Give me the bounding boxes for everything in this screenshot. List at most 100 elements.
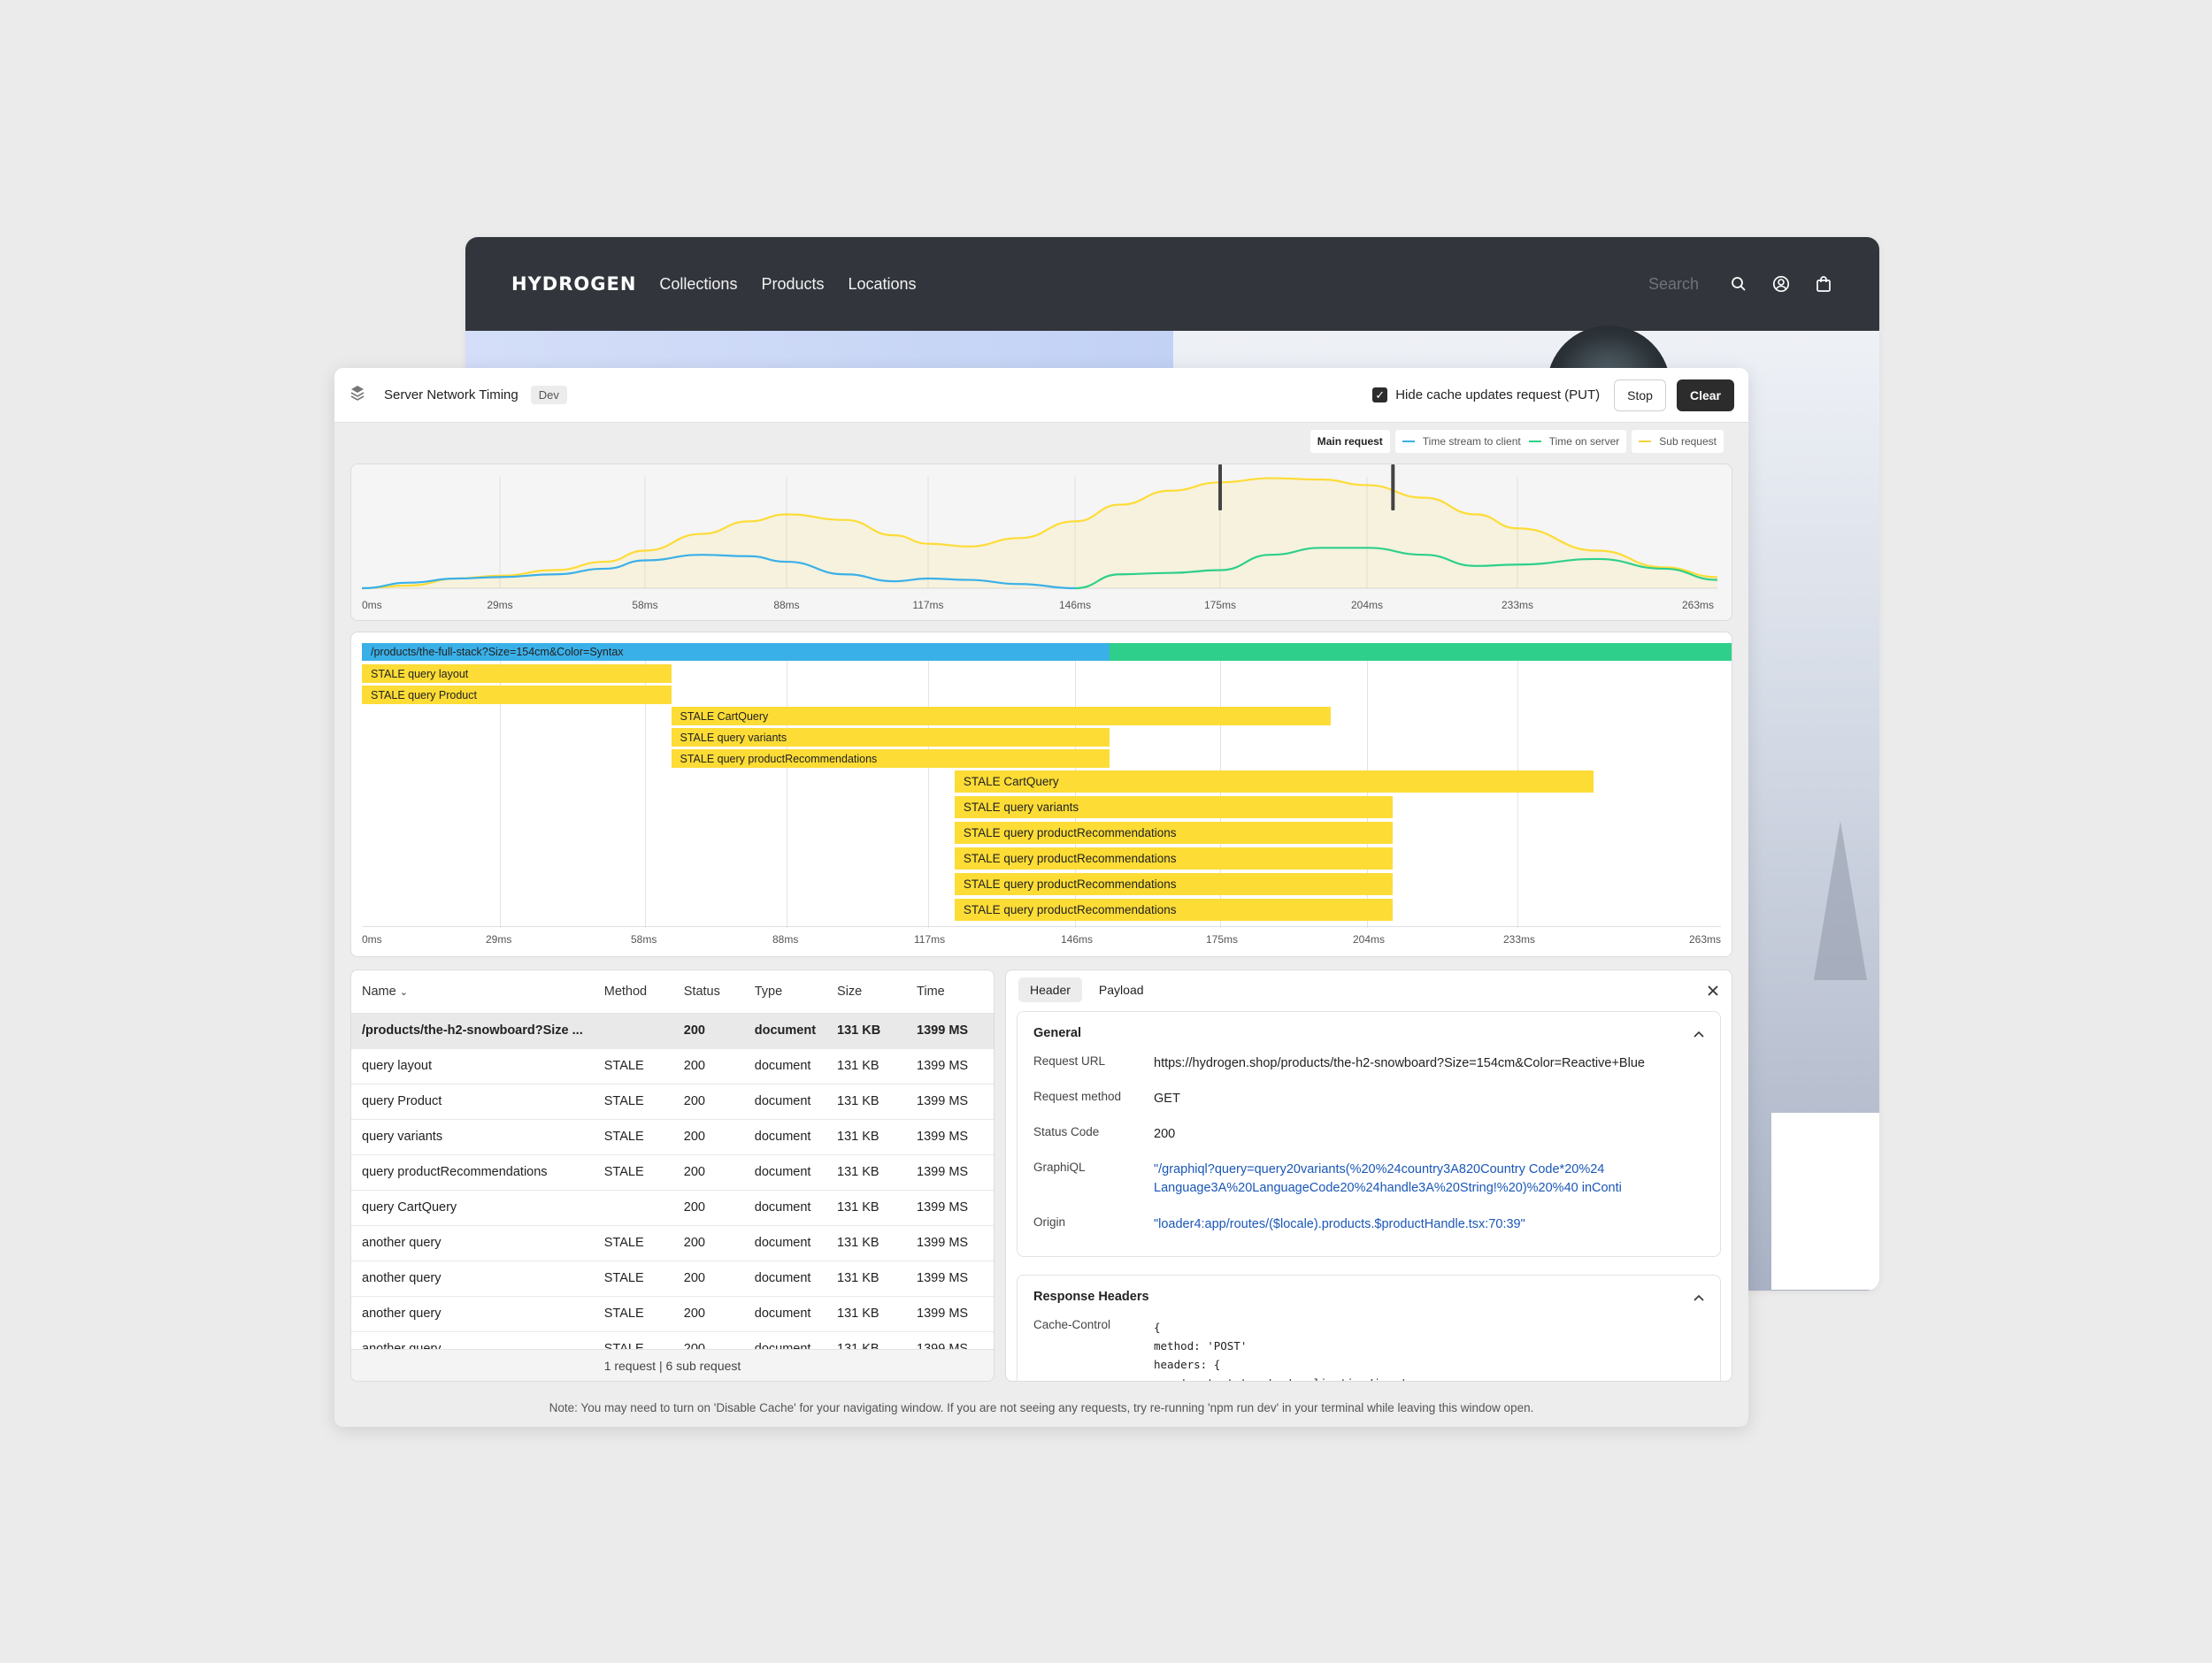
cell-type: document: [743, 1119, 827, 1155]
table-row[interactable]: query Product STALE 200 document 131 KB 1399 …: [351, 1084, 994, 1120]
sub-request-bar[interactable]: STALE query productRecommendations: [954, 847, 1393, 870]
cell-method: STALE: [593, 1296, 673, 1332]
sub-request-bar[interactable]: STALE query productRecommendations: [954, 822, 1393, 844]
sub-request-bar[interactable]: STALE query Product: [362, 686, 672, 704]
sub-request-bar[interactable]: STALE query layout: [362, 664, 672, 683]
graphiql-link[interactable]: "/graphiql?query=query20variants(%20%24c…: [1154, 1161, 1649, 1215]
tab-payload[interactable]: Payload: [1087, 977, 1156, 1002]
waterfall-chart[interactable]: /products/the-full-stack?Size=154cm&Colo…: [350, 632, 1732, 957]
nav-collections[interactable]: Collections: [659, 275, 737, 294]
range-handle-start: [1218, 464, 1222, 510]
tab-header[interactable]: Header: [1018, 977, 1082, 1002]
col-size[interactable]: Size: [826, 970, 907, 1014]
request-url-row: Request URL https://hydrogen.shop/produc…: [1018, 1054, 1720, 1090]
response-headers-section: Response Headers Cache-Control { method:…: [1017, 1275, 1721, 1381]
table-row[interactable]: query CartQuery 200 document 131 KB 1399 MS: [351, 1190, 994, 1226]
chevron-up-icon[interactable]: [1694, 1290, 1704, 1304]
waterfall-baseline: [362, 926, 1721, 927]
chart-tick-label: 58ms: [632, 599, 657, 611]
waterfall-tick-label: 88ms: [772, 933, 799, 946]
table-row[interactable]: /products/the-h2-snowboard?Size ... 200 do…: [351, 1013, 994, 1049]
cell-method: STALE: [593, 1048, 673, 1084]
cell-size: 131 KB: [826, 1119, 907, 1155]
cell-size: 131 KB: [826, 1154, 907, 1191]
legend-stream-label: Time stream to client: [1422, 435, 1521, 448]
checkbox-checked-icon[interactable]: ✓: [1372, 387, 1388, 402]
col-type[interactable]: Type: [743, 970, 827, 1014]
col-time[interactable]: Time: [906, 970, 994, 1014]
chevron-down-icon[interactable]: ⌄: [400, 987, 408, 998]
col-name[interactable]: Name ⌄: [351, 970, 594, 1014]
nav-locations[interactable]: Locations: [849, 275, 917, 294]
cell-time: 1399 MS: [906, 1296, 994, 1332]
chart-tick-label: 233ms: [1502, 599, 1533, 611]
chart-tick-label: 204ms: [1351, 599, 1383, 611]
sub-request-bar[interactable]: STALE query variants: [954, 796, 1393, 818]
general-title: General: [1033, 1026, 1081, 1040]
col-status[interactable]: Status: [672, 970, 744, 1014]
hydrogen-logo-icon: [349, 384, 366, 406]
response-headers-header[interactable]: Response Headers: [1018, 1276, 1720, 1318]
legend-main-label: Main request: [1317, 435, 1383, 448]
main-request-bar[interactable]: /products/the-full-stack?Size=154cm&Colo…: [362, 643, 1110, 661]
request-detail-pane: Header Payload General Request URL https…: [1005, 969, 1732, 1382]
cell-status: 200: [672, 1225, 744, 1261]
cell-size: 131 KB: [826, 1261, 907, 1297]
cell-time: 1399 MS: [906, 1119, 994, 1155]
close-icon[interactable]: [1707, 985, 1719, 1001]
table-row[interactable]: query productRecommendations STALE 200 docu…: [351, 1154, 994, 1191]
table-row[interactable]: another querySTALE200document131 KB1399 …: [351, 1225, 994, 1261]
store-logo[interactable]: HYDROGEN: [511, 273, 636, 295]
cell-size: 131 KB: [826, 1013, 907, 1049]
general-section-header[interactable]: General: [1018, 1012, 1720, 1054]
nav-products[interactable]: Products: [761, 275, 824, 294]
legend-stream-swatch: [1402, 441, 1415, 442]
requests-table: Name ⌄ Method Status Type Size Time /pro…: [351, 970, 994, 1368]
search-icon[interactable]: [1729, 274, 1748, 294]
table-footer: 1 request | 6 sub request: [351, 1349, 994, 1381]
legend-sub-label: Sub request: [1659, 435, 1717, 448]
col-method[interactable]: Method: [593, 970, 673, 1014]
cell-type: document: [743, 1084, 827, 1120]
detail-tabs: Header Payload: [1018, 977, 1156, 1002]
sub-request-bar[interactable]: STALE query productRecommendations: [954, 899, 1393, 921]
cache-control-label: Cache-Control: [1033, 1318, 1111, 1331]
clear-button[interactable]: Clear: [1676, 379, 1734, 411]
table-row[interactable]: query layout STALE 200 document 131 KB 1399 M…: [351, 1048, 994, 1084]
table-row[interactable]: another querySTALE200document131 KB1399 …: [351, 1296, 994, 1332]
cell-time: 1399 MS: [906, 1013, 994, 1049]
cart-icon[interactable]: [1814, 274, 1833, 294]
main-request-server-bar[interactable]: [1109, 643, 1732, 661]
cell-method: STALE: [593, 1261, 673, 1297]
hide-cache-toggle[interactable]: ✓ Hide cache updates request (PUT): [1372, 387, 1603, 402]
cell-name: another query: [351, 1296, 594, 1332]
origin-link[interactable]: "loader4:app/routes/($locale).products.$…: [1154, 1215, 1704, 1242]
request-method-label: Request method: [1033, 1090, 1122, 1103]
waterfall-tick-label: 175ms: [1206, 933, 1239, 946]
cell-method: STALE: [593, 1225, 673, 1261]
cell-method: STALE: [593, 1119, 673, 1155]
sub-request-bar[interactable]: STALE query variants: [671, 728, 1110, 747]
sub-request-bar[interactable]: STALE query productRecommendations: [954, 873, 1393, 895]
timing-chart[interactable]: 0ms 29ms 58ms 88ms 117ms 146ms 175ms 204ms 233ms…: [350, 464, 1732, 621]
legend-server-label: Time on server: [1548, 435, 1620, 448]
chart-tick-label: 29ms: [487, 599, 512, 611]
sub-request-bar[interactable]: STALE CartQuery: [671, 707, 1332, 725]
response-headers-title: Response Headers: [1033, 1290, 1149, 1304]
account-icon[interactable]: [1771, 274, 1791, 294]
cell-status: 200: [672, 1190, 744, 1226]
general-section: General Request URL https://hydrogen.sho…: [1017, 1011, 1721, 1257]
footer-note: Note: You may need to turn on 'Disable C…: [549, 1401, 1534, 1414]
sub-request-bar[interactable]: STALE CartQuery: [954, 770, 1594, 793]
cell-name: /products/the-h2-snowboard?Size ...: [351, 1013, 594, 1049]
cell-time: 1399 MS: [906, 1225, 994, 1261]
table-row[interactable]: query variants STALE 200 document 131 KB 1399…: [351, 1119, 994, 1155]
table-row[interactable]: another querySTALE200document131 KB1399 …: [351, 1261, 994, 1297]
store-search-input[interactable]: Search: [1648, 275, 1699, 294]
sub-request-bar[interactable]: STALE query productRecommendations: [671, 749, 1110, 768]
chevron-up-icon[interactable]: [1694, 1026, 1704, 1040]
stop-button[interactable]: Stop: [1614, 379, 1666, 411]
waterfall-tick-label: 117ms: [914, 933, 946, 946]
store-header: HYDROGEN Collections Products Locations …: [465, 237, 1879, 331]
cell-type: document: [743, 1190, 827, 1226]
